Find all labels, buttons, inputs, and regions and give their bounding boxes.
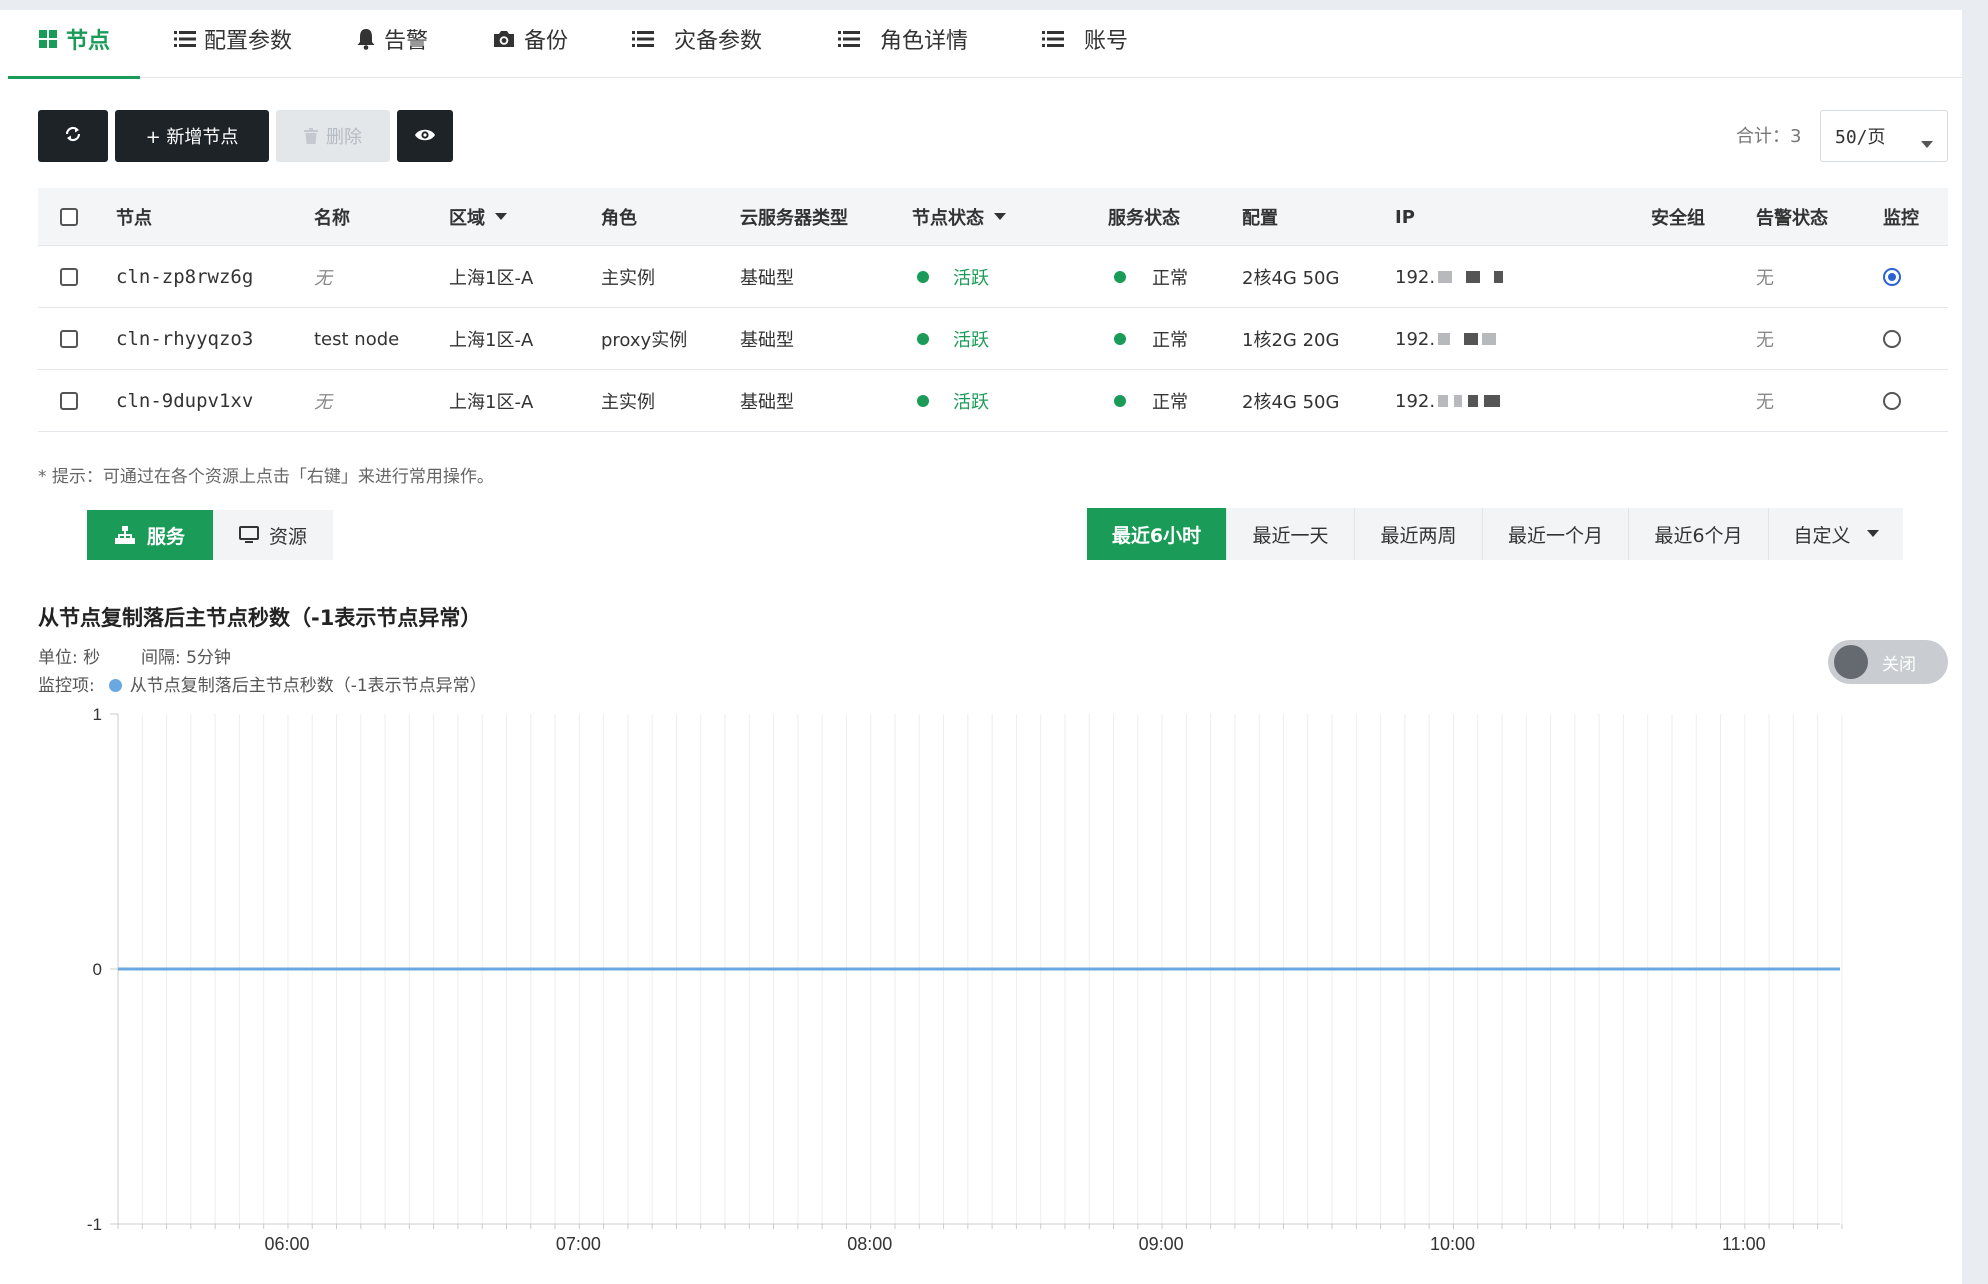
x-tick-label: 08:00 bbox=[847, 1234, 892, 1254]
x-tick-label: 07:00 bbox=[556, 1234, 601, 1254]
x-tick-label: 10:00 bbox=[1430, 1234, 1475, 1254]
y-tick-label: 1 bbox=[93, 705, 102, 724]
right-edge bbox=[1962, 0, 1988, 1284]
x-tick-label: 09:00 bbox=[1139, 1234, 1184, 1254]
y-tick-label: -1 bbox=[87, 1215, 102, 1234]
y-tick-label: 0 bbox=[93, 960, 102, 979]
x-tick-label: 06:00 bbox=[264, 1234, 309, 1254]
x-tick-label: 11:00 bbox=[1722, 1234, 1766, 1254]
line-chart: 1 0 -1 06:00 07:00 08:00 09:00 10:00 11:00 bbox=[87, 705, 1843, 1254]
